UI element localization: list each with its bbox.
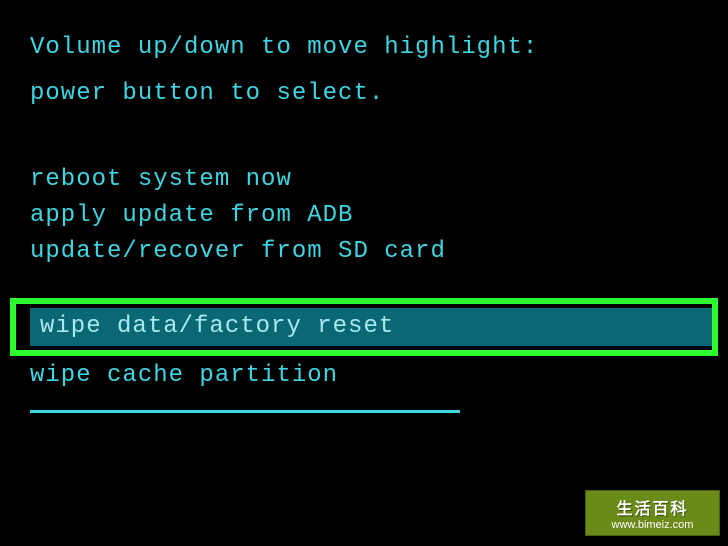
- menu-separator: [30, 410, 460, 413]
- menu-item-wipe-data-selected[interactable]: wipe data/factory reset: [30, 308, 718, 346]
- menu-below-selected: wipe cache partition: [30, 358, 338, 394]
- recovery-screen: Volume up/down to move highlight: power …: [0, 0, 728, 270]
- instruction-line-2: power button to select.: [30, 76, 728, 112]
- menu-item-apply-adb[interactable]: apply update from ADB: [30, 198, 728, 234]
- menu-item-reboot[interactable]: reboot system now: [30, 162, 728, 198]
- spacer: [30, 122, 728, 162]
- menu-item-update-sd[interactable]: update/recover from SD card: [30, 234, 728, 270]
- watermark-url: www.bimeiz.com: [612, 519, 694, 531]
- menu-item-wipe-cache[interactable]: wipe cache partition: [30, 358, 338, 394]
- watermark-title: 生活百科: [616, 495, 688, 519]
- instruction-line-1: Volume up/down to move highlight:: [30, 30, 728, 66]
- watermark-badge: 生活百科 www.bimeiz.com: [585, 490, 720, 536]
